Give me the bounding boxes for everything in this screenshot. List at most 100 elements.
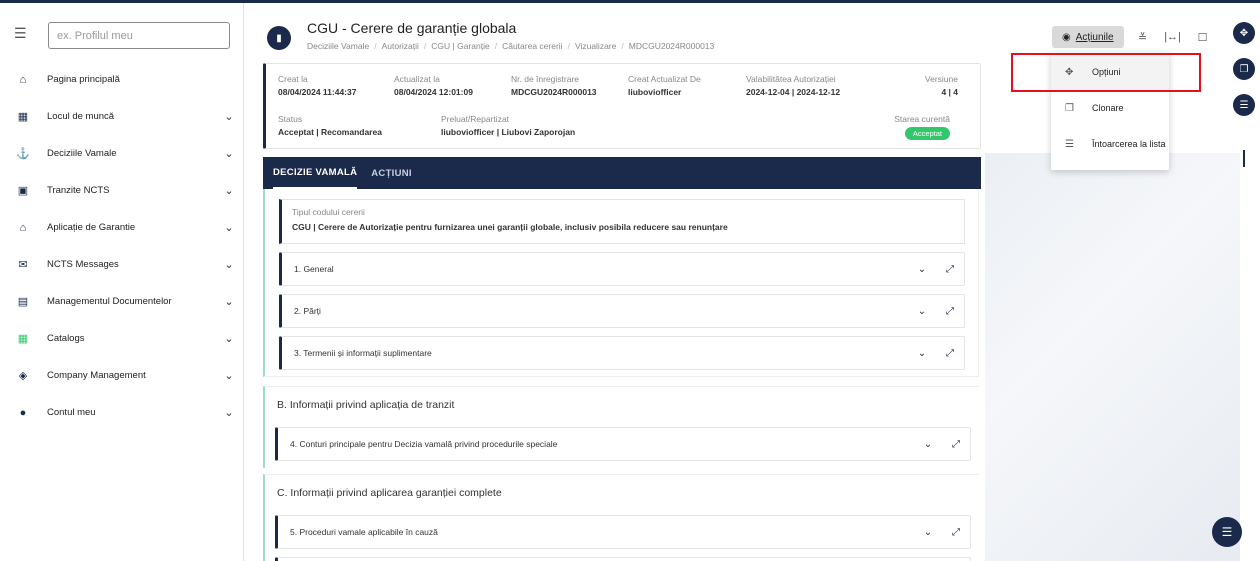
list-icon[interactable]: ☰ — [1233, 94, 1255, 116]
accordion-main-accounts[interactable]: 4. Conturi principale pentru Decizia vam… — [275, 427, 971, 461]
chevron-down-icon[interactable]: ⌄ — [214, 369, 244, 382]
document-icon: ▮ — [267, 26, 291, 50]
hamburger-menu-icon[interactable]: ☰ — [14, 25, 27, 42]
chevron-down-icon[interactable]: ⌄ — [908, 306, 936, 317]
breadcrumb-item[interactable]: Vizualizare — [575, 41, 616, 51]
section-a: Tipul codului cererii CGU | Cerere de Au… — [263, 189, 979, 377]
tab-bar: DECIZIE VAMALĂ ACȚIUNI — [263, 157, 981, 189]
accordion-parties[interactable]: 2. Părți ⌄ ⤢ — [279, 294, 965, 328]
anchor-icon: ⚓ — [16, 148, 30, 160]
actions-button[interactable]: ◉ Acțiunile — [1052, 26, 1124, 48]
breadcrumb-item[interactable]: Deciziile Vamale — [307, 41, 369, 51]
sidebar-nav: ⌂ Pagina principală ▦ Locul de muncă ⌄ ⚓… — [0, 61, 244, 431]
current-state-field: Starea curentă Acceptat — [894, 114, 950, 140]
expand-icon[interactable]: ⤢ — [942, 439, 970, 450]
menu-item-clone[interactable]: ❐ Clonare — [1051, 90, 1169, 126]
user-icon: ● — [19, 406, 27, 419]
validity-field: Valabilitătea Autorizației 2024-12-04 | 2… — [746, 74, 841, 97]
menu-fab-button[interactable]: ☰ — [1212, 517, 1242, 547]
sidebar-item-document-management[interactable]: ▤ Managementul Documentelor ⌄ — [0, 283, 244, 320]
expand-icon[interactable]: ⤢ — [936, 348, 964, 359]
accordion-general[interactable]: 1. General ⌄ ⤢ — [279, 252, 965, 286]
chevron-down-icon[interactable]: ⌄ — [214, 110, 244, 123]
status-field: Status Acceptat | Recomandarea — [278, 114, 382, 137]
dashboard-icon: ▦ — [17, 111, 29, 123]
tab-customs-decision[interactable]: DECIZIE VAMALĂ — [273, 158, 358, 189]
expand-width-icon[interactable]: |↔| — [1162, 26, 1184, 48]
page-title: CGU - Cerere de garanție globala — [307, 20, 517, 36]
scroll-indicator[interactable] — [1243, 150, 1245, 167]
chevron-down-icon[interactable]: ⌄ — [908, 264, 936, 275]
version-field: Versiune 4 | 4 — [924, 74, 958, 97]
collapse-icon[interactable]: ≚ — [1132, 26, 1154, 48]
grid-icon: ▦ — [17, 333, 29, 345]
sidebar-item-guarantee-application[interactable]: ⌂ Aplicație de Garantie ⌄ — [0, 209, 244, 246]
sidebar-item-home[interactable]: ⌂ Pagina principală — [0, 61, 244, 98]
chevron-down-icon[interactable]: ⌄ — [214, 332, 244, 345]
accordion-customs-procedures[interactable]: 5. Proceduri vamale aplicabile în cauză … — [275, 515, 971, 549]
sidebar: ☰ ⌂ Pagina principală ▦ Locul de muncă ⌄… — [0, 3, 244, 561]
request-type-box: Tipul codului cererii CGU | Cerere de Au… — [279, 199, 965, 244]
chevron-down-icon[interactable]: ⌄ — [914, 527, 942, 538]
list-icon: ☰ — [1065, 138, 1074, 150]
document-icon: ▤ — [17, 296, 29, 308]
created-by-field: Creat Actualizat De liuboviofficer — [628, 74, 701, 97]
expand-icon[interactable]: ⤢ — [942, 527, 970, 538]
sidebar-item-ncts-transits[interactable]: ▣ Tranzite NCTS ⌄ — [0, 172, 244, 209]
chevron-down-icon[interactable]: ⌄ — [214, 406, 244, 419]
accordion-next[interactable] — [275, 557, 971, 561]
truck-icon: ▣ — [17, 185, 29, 197]
sidebar-item-ncts-messages[interactable]: ✉ NCTS Messages ⌄ — [0, 246, 244, 283]
chevron-down-icon[interactable]: ⌄ — [214, 221, 244, 234]
sidebar-item-my-account[interactable]: ● Contul meu ⌄ — [0, 394, 244, 431]
accordion-terms[interactable]: 3. Termenii și informații suplimentare ⌄… — [279, 336, 965, 370]
chevron-down-icon[interactable]: ⌄ — [214, 184, 244, 197]
status-badge: Acceptat — [904, 127, 950, 140]
actions-button-label: Acțiunile — [1075, 31, 1114, 43]
sidebar-item-label: NCTS Messages — [47, 259, 119, 270]
search-input[interactable] — [48, 22, 230, 49]
sidebar-item-label: Deciziile Vamale — [47, 148, 117, 159]
breadcrumb-item[interactable]: Căutarea cererii — [502, 41, 562, 51]
sidebar-item-catalogs[interactable]: ▦ Catalogs ⌄ — [0, 320, 244, 357]
sidebar-item-label: Aplicație de Garantie — [47, 222, 136, 233]
tab-actions[interactable]: ACȚIUNI — [371, 159, 412, 188]
assigned-field: Preluat/Repartizat liuboviofficer | Liubo… — [441, 114, 576, 137]
sidebar-item-customs-decisions[interactable]: ⚓ Deciziile Vamale ⌄ — [0, 135, 244, 172]
expand-icon[interactable]: ⤢ — [936, 264, 964, 275]
shield-icon: ◈ — [18, 370, 28, 382]
move-icon[interactable]: ✥ — [1233, 22, 1255, 44]
section-b: B. Informații privind aplicația de tranz… — [263, 386, 979, 468]
header-toolbar: ◉ Acțiunile ≚ |↔| ☐ — [1052, 26, 1214, 48]
background-image — [985, 153, 1240, 561]
bank-icon: ⌂ — [19, 221, 27, 234]
chevron-down-icon[interactable]: ⌄ — [914, 439, 942, 450]
sidebar-item-label: Managementul Documentelor — [47, 296, 172, 307]
menu-item-back-to-list[interactable]: ☰ Întoarcerea la lista — [1051, 126, 1169, 162]
sidebar-item-label: Company Management — [47, 370, 146, 381]
breadcrumb: Deciziile Vamale / Autorizații / CGU | Gar… — [307, 41, 715, 51]
sidebar-item-company-management[interactable]: ◈ Company Management ⌄ — [0, 357, 244, 394]
breadcrumb-item[interactable]: CGU | Garanție — [431, 41, 489, 51]
breadcrumb-item: MDCGU2024R000013 — [628, 41, 715, 51]
sidebar-item-label: Pagina principală — [47, 74, 120, 85]
chevron-down-icon[interactable]: ⌄ — [214, 295, 244, 308]
eye-icon: ◉ — [1062, 31, 1071, 43]
info-card: Creat la 08/04/2024 11:44:37 Actualizat l… — [263, 63, 981, 149]
chevron-down-icon[interactable]: ⌄ — [214, 147, 244, 160]
created-at-field: Creat la 08/04/2024 11:44:37 — [278, 74, 357, 97]
section-c-title: C. Informații privind aplicarea garanție… — [277, 487, 502, 499]
expand-icon[interactable]: ⤢ — [936, 306, 964, 317]
copy-icon: ❐ — [1065, 102, 1074, 114]
section-c: C. Informații privind aplicarea garanție… — [263, 474, 979, 561]
maximize-icon[interactable]: ☐ — [1192, 26, 1214, 48]
sidebar-item-workplace[interactable]: ▦ Locul de muncă ⌄ — [0, 98, 244, 135]
copy-icon[interactable]: ❐ — [1233, 58, 1255, 80]
chevron-down-icon[interactable]: ⌄ — [908, 348, 936, 359]
mail-icon: ✉ — [18, 259, 28, 271]
sidebar-item-label: Tranzite NCTS — [47, 185, 110, 196]
chevron-down-icon[interactable]: ⌄ — [214, 258, 244, 271]
right-rail: ✥ ❐ ☰ — [1230, 3, 1260, 561]
breadcrumb-item[interactable]: Autorizații — [382, 41, 419, 51]
highlight-box — [1011, 53, 1201, 92]
